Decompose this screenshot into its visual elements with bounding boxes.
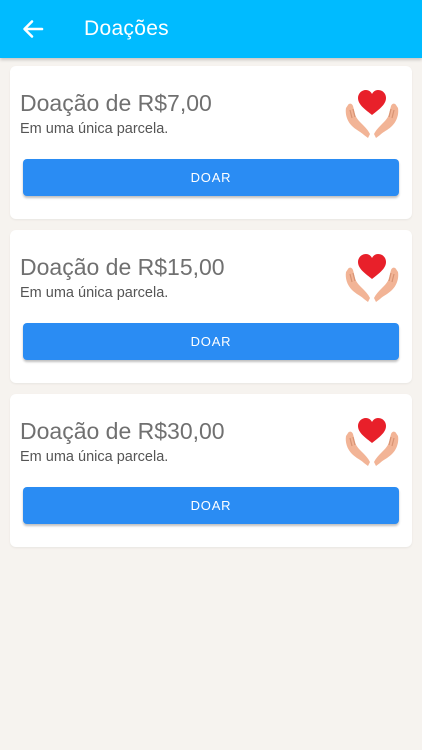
heart-hands-icon: [345, 90, 399, 138]
back-button[interactable]: [16, 14, 50, 44]
app-bar: Doações: [0, 0, 422, 58]
donation-card: Doação de R$15,00 Em uma única parcela. …: [10, 230, 412, 383]
donate-button[interactable]: DOAR: [23, 159, 399, 196]
donation-subtitle: Em uma única parcela.: [20, 121, 169, 137]
arrow-left-icon: [23, 20, 44, 38]
donation-card: Doação de R$7,00 Em uma única parcela. D…: [10, 66, 412, 219]
donation-title: Doação de R$30,00: [20, 418, 225, 444]
donate-button[interactable]: DOAR: [23, 487, 399, 524]
donation-title: Doação de R$7,00: [20, 90, 212, 116]
donation-list: Doação de R$7,00 Em uma única parcela. D…: [10, 66, 412, 558]
donation-title: Doação de R$15,00: [20, 254, 225, 280]
heart-hands-icon: [345, 254, 399, 302]
page-title: Doações: [84, 17, 169, 40]
heart-hands-icon: [345, 418, 399, 466]
donation-subtitle: Em uma única parcela.: [20, 449, 169, 465]
donation-card: Doação de R$30,00 Em uma única parcela. …: [10, 394, 412, 547]
donate-button[interactable]: DOAR: [23, 323, 399, 360]
donation-subtitle: Em uma única parcela.: [20, 285, 169, 301]
